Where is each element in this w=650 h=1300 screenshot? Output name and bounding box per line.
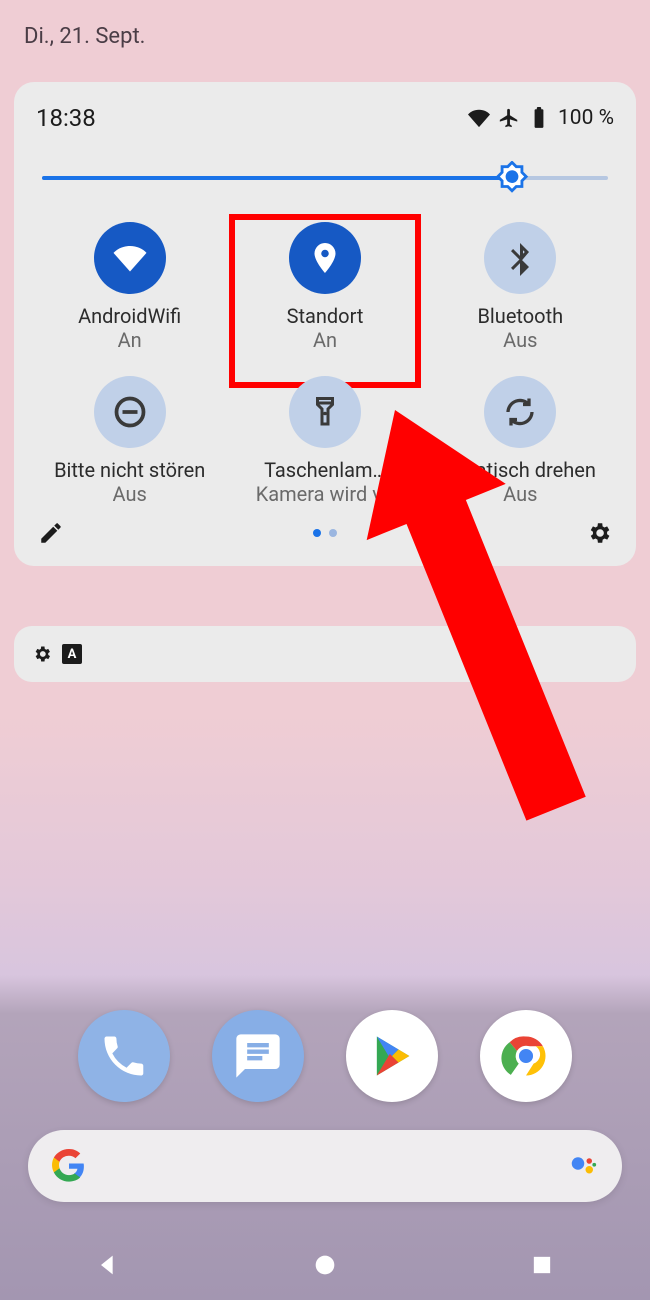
panel-footer [32, 512, 618, 558]
back-icon[interactable] [94, 1251, 122, 1279]
play-icon [366, 1030, 418, 1082]
app-playstore[interactable] [346, 1010, 438, 1102]
gear-icon [32, 644, 52, 664]
date-label: Di., 21. Sept. [24, 24, 145, 49]
tile-circle [484, 376, 556, 448]
page-dot [313, 529, 321, 537]
bluetooth-icon [502, 240, 538, 276]
airplane-icon [498, 107, 520, 129]
quick-settings-panel: 18:38 100 % AndroidWifi An [14, 82, 636, 566]
tile-bluetooth[interactable]: Bluetooth Aus [423, 216, 618, 358]
clock-label: 18:38 [36, 104, 96, 132]
tile-state: An [313, 328, 337, 352]
android-navbar [0, 1230, 650, 1300]
messages-icon [232, 1030, 284, 1082]
tiles-grid: AndroidWifi An Standort An Bluetooth Aus… [32, 216, 618, 512]
edit-icon[interactable] [38, 520, 64, 546]
tile-circle [289, 222, 361, 294]
battery-icon [528, 107, 550, 129]
assistant-icon [568, 1151, 598, 1181]
recents-icon[interactable] [528, 1251, 556, 1279]
tile-state: Aus [113, 482, 147, 506]
google-logo-icon [52, 1149, 86, 1183]
phone-icon [98, 1030, 150, 1082]
slider-fill [42, 176, 512, 180]
google-search-bar[interactable] [28, 1130, 622, 1202]
tile-state: Aus [503, 482, 537, 506]
notification-strip[interactable]: A [14, 626, 636, 682]
tile-flashlight[interactable]: Taschenlam… Kamera wird v… [227, 370, 422, 512]
brightness-icon [495, 161, 529, 195]
dock [0, 1010, 650, 1102]
tile-label: Taschenlam… [264, 458, 386, 482]
flashlight-icon [307, 394, 343, 430]
chrome-icon [500, 1030, 552, 1082]
wifi-icon [112, 240, 148, 276]
brightness-slider[interactable] [42, 160, 608, 196]
tile-state: Aus [503, 328, 537, 352]
tile-dnd[interactable]: Bitte nicht stören Aus [32, 370, 227, 512]
status-bar: 18:38 100 % [32, 100, 618, 150]
app-chrome[interactable] [480, 1010, 572, 1102]
tile-label: AndroidWifi [78, 304, 181, 328]
tile-wifi[interactable]: AndroidWifi An [32, 216, 227, 358]
tile-label: Bluetooth [477, 304, 563, 328]
tile-label: Standort [287, 304, 364, 328]
tile-location[interactable]: Standort An [227, 216, 422, 358]
page-dot [329, 529, 337, 537]
gear-icon[interactable] [586, 520, 612, 546]
tile-circle [484, 222, 556, 294]
home-icon[interactable] [311, 1251, 339, 1279]
tile-circle [94, 222, 166, 294]
dnd-icon [112, 394, 148, 430]
keyboard-icon: A [62, 644, 82, 664]
tile-autorotate[interactable]: …matisch drehen Aus [423, 370, 618, 512]
battery-percent-label: 100 % [558, 106, 614, 130]
slider-thumb[interactable] [495, 161, 529, 195]
rotate-icon [502, 394, 538, 430]
page-indicator [313, 529, 337, 537]
status-icons: 100 % [468, 106, 614, 130]
tile-label: Bitte nicht stören [54, 458, 205, 482]
tile-state: Kamera wird v… [256, 482, 395, 506]
tile-label: …matisch drehen [445, 458, 596, 482]
tile-state: An [118, 328, 142, 352]
app-phone[interactable] [78, 1010, 170, 1102]
app-messages[interactable] [212, 1010, 304, 1102]
wifi-icon [468, 107, 490, 129]
location-icon [307, 240, 343, 276]
tile-circle [289, 376, 361, 448]
tile-circle [94, 376, 166, 448]
